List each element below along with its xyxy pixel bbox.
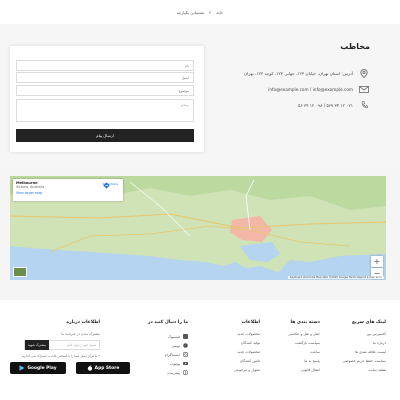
pinterest-icon — [183, 370, 188, 375]
location-pin-icon — [358, 68, 370, 78]
youtube-icon — [183, 361, 188, 366]
footer-information: اطلاعات محصولات جدید تولید کنندگان محصول… — [234, 320, 260, 377]
email-text[interactable]: info@example.com / info@example.com — [268, 87, 353, 92]
subscribe-button[interactable]: مشترک شوید — [25, 340, 49, 350]
zoom-in-button[interactable]: + — [371, 256, 383, 267]
footer-social: ما را دنبال کنید در فیسبوک توییتر اینستا… — [148, 320, 188, 377]
map-info-card: Melbourne Victoria, Australia View large… — [13, 179, 123, 201]
message-field[interactable] — [16, 99, 194, 122]
social-youtube[interactable]: یوتیوب — [148, 359, 188, 368]
footer-quick-links: لینک های سریع اکسپرس بین درباره ما لیست … — [343, 320, 386, 377]
google-play-badge[interactable]: Google Play — [10, 362, 66, 374]
footer-link[interactable]: سیاست حفظ حریم خصوصی — [343, 359, 386, 368]
phone-text: ۰۲۱ ۱۲ ۳۴ ۵۶۷ / ۰۹۸ ۱۲ ۳۴ ۵۶ — [298, 102, 353, 108]
email-row: info@example.com / info@example.com — [268, 84, 370, 94]
address-text: آدرس: استان تهران، خیابان ۱۲۳، جهانی ۱۲۳… — [244, 70, 353, 76]
footer-link[interactable]: سیاست بازگشت — [288, 341, 320, 350]
pencil-icon — [209, 11, 212, 14]
footer-link[interactable]: تحویل و مرجوعی — [234, 368, 260, 377]
directions-button[interactable]: Directions — [103, 182, 118, 189]
footer-link[interactable]: حمل و نقل و عکاسی — [288, 332, 320, 341]
newsletter-email-input[interactable]: ایمیل خود را وارد کنید مشترک شوید — [24, 340, 100, 350]
map-embed[interactable]: Melbourne Victoria, Australia View large… — [10, 176, 386, 280]
breadcrumb: خانه پشتیبانی یکپارچه — [0, 0, 400, 24]
footer-link[interactable]: محصولات جدید — [234, 350, 260, 359]
footer-info-title: اطلاعات — [241, 320, 260, 325]
footer-link[interactable]: محصولات جدید — [234, 332, 260, 341]
facebook-icon — [183, 334, 188, 339]
footer-link[interactable]: پاسخ به ما — [288, 359, 320, 368]
footer-newsletter-title: اطلاعات درباره — [66, 320, 100, 325]
twitter-icon — [183, 343, 188, 348]
social-pinterest[interactable]: پینترست — [148, 368, 188, 377]
footer-link[interactable]: تامین کنندگان — [234, 359, 260, 368]
map-satellite-toggle[interactable] — [13, 267, 27, 277]
google-play-icon — [19, 365, 25, 371]
footer-link[interactable]: انتقال قانونی — [288, 368, 320, 377]
social-instagram[interactable]: اینستاگرام — [148, 350, 188, 359]
contact-title: مخاطب — [340, 42, 370, 51]
address-row: آدرس: استان تهران، خیابان ۱۲۳، جهانی ۱۲۳… — [244, 68, 370, 78]
envelope-icon — [358, 84, 370, 94]
name-field[interactable] — [16, 60, 194, 71]
footer-link[interactable]: نقشه سایت — [343, 368, 386, 377]
footer-link[interactable]: لیست علاقه مندی ها — [343, 350, 386, 359]
social-facebook[interactable]: فیسبوک — [148, 332, 188, 341]
footer-link[interactable]: ساعت — [288, 350, 320, 359]
breadcrumb-home[interactable]: خانه — [216, 10, 223, 15]
app-store-badge[interactable]: App Store — [76, 362, 130, 374]
breadcrumb-current: پشتیبانی یکپارچه — [176, 9, 205, 15]
footer-link[interactable]: اکسپرس بین — [343, 332, 386, 341]
instagram-icon — [183, 352, 188, 357]
footer-categories-title: دسته بندی ها — [290, 320, 321, 325]
footer-link[interactable]: درباره ما — [343, 341, 386, 350]
map-attribution: Keyboard shortcuts Map data ©2025 Google… — [287, 276, 384, 279]
submit-button[interactable]: ارسال پیام — [16, 129, 194, 142]
email-field[interactable] — [16, 72, 194, 83]
footer-link[interactable]: تولید کنندگان — [234, 341, 260, 350]
phone-icon — [358, 100, 370, 110]
subject-field[interactable] — [16, 85, 194, 96]
footer-categories: دسته بندی ها حمل و نقل و عکاسی سیاست باز… — [288, 320, 320, 377]
newsletter-text: مشترک شدن در خبرنامه ما — [61, 332, 100, 336]
footer-social-title: ما را دنبال کنید در — [147, 320, 188, 325]
newsletter-note: * ما هرگز ایمیل شما را با اشخاص ثالث به … — [21, 354, 100, 358]
footer-newsletter: اطلاعات درباره مشترک شدن در خبرنامه ما ا… — [22, 320, 100, 358]
view-larger-map-link[interactable]: View larger map — [16, 191, 120, 195]
phone-row: ۰۲۱ ۱۲ ۳۴ ۵۶۷ / ۰۹۸ ۱۲ ۳۴ ۵۶ — [298, 100, 370, 110]
apple-icon — [87, 365, 92, 371]
directions-icon — [103, 182, 110, 189]
social-twitter[interactable]: توییتر — [148, 341, 188, 350]
footer-quick-links-title: لینک های سریع — [351, 320, 386, 325]
